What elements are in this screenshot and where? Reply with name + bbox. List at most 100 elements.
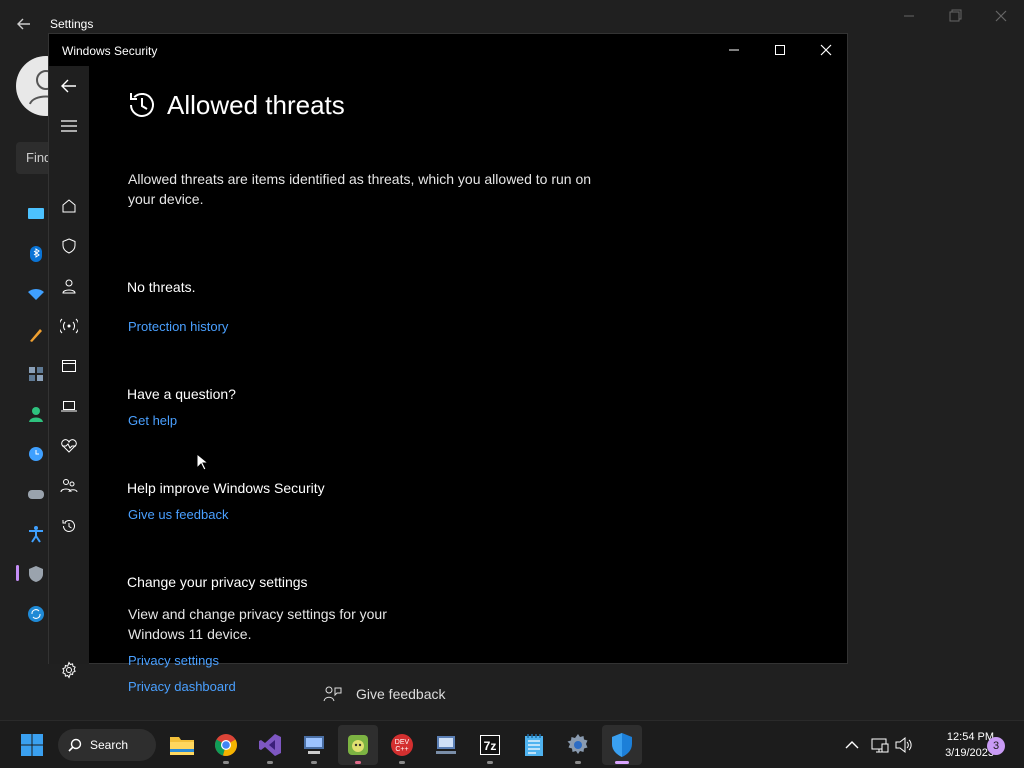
rail-home[interactable] [59,196,79,216]
settings-gear-icon [567,734,588,754]
feedback-icon [323,686,342,702]
protection-history-link[interactable]: Protection history [128,319,228,334]
rail-settings[interactable] [59,660,79,680]
page-description: Allowed threats are items identified as … [128,171,592,207]
network-icon[interactable] [26,284,46,304]
back-arrow-icon[interactable] [14,14,34,34]
taskbar-android-studio[interactable] [338,725,378,765]
rail-family-options[interactable] [59,476,79,496]
settings-gear-icon [62,661,76,679]
time-language-icon[interactable] [26,444,46,464]
taskbar-visual-studio[interactable] [250,725,290,765]
page-title: Allowed threats [167,90,345,120]
minimize-button[interactable] [711,34,757,66]
folder-icon [170,737,194,755]
gaming-icon[interactable] [26,484,46,504]
close-button[interactable] [803,34,849,66]
wifi-broadcast-icon [60,318,78,334]
privacy-security-icon[interactable] [26,564,46,584]
taskbar-7zip[interactable]: 7z [470,725,510,765]
system-icon[interactable] [26,204,46,224]
window-title: Windows Security [62,44,158,58]
svg-text:C++: C++ [395,746,408,753]
rail-app-browser-control[interactable] [59,356,79,376]
main-content: Allowed threats Allowed threats are item… [89,66,847,694]
notification-badge[interactable]: 3 [987,737,1005,755]
family-icon [60,479,78,493]
apps-icon[interactable] [26,364,46,384]
maximize-icon [775,45,785,55]
close-icon[interactable] [986,6,1016,26]
laptop-icon [61,401,77,412]
give-us-feedback-link[interactable]: Give us feedback [128,507,228,522]
windows-update-icon[interactable] [26,604,46,624]
clock-time: 12:54 PM [946,731,994,743]
restore-icon[interactable] [940,6,970,26]
windows-security-shield-icon [612,733,632,757]
taskbar-network-tool[interactable] [426,725,466,765]
app-browser-icon [62,360,76,372]
threat-status: No threats. [127,279,196,295]
android-studio-icon [348,735,368,755]
privacy-description: View and change privacy settings for you… [128,606,387,642]
chrome-icon [215,734,237,756]
rail-account-protection[interactable] [59,276,79,296]
dev-cpp-icon: DEVC++ [391,734,413,756]
rail-device-performance[interactable] [59,436,79,456]
mouse-cursor-icon [196,453,208,471]
taskbar-chrome[interactable] [206,725,246,765]
taskbar-notepad[interactable] [514,725,554,765]
window-titlebar: Windows Security [49,34,847,66]
settings-titlebar: Settings [0,0,1024,36]
allowed-threats-history-icon [130,92,154,117]
privacy-settings-link[interactable]: Privacy settings [128,653,219,668]
privacy-dashboard-link[interactable]: Privacy dashboard [128,679,236,694]
system-clock[interactable]: 12:54 PM 3/19/2023 [914,729,994,761]
taskbar-search-button[interactable]: Search [58,729,156,761]
taskbar-dev-cpp[interactable]: DEV C++ [382,725,422,765]
rail-virus-protection[interactable] [59,236,79,256]
svg-text:DEV: DEV [395,739,410,746]
taskbar-windows-security[interactable] [602,725,642,765]
give-feedback-link[interactable]: Give feedback [322,684,446,704]
volume-icon[interactable] [894,735,914,755]
accounts-icon[interactable] [26,404,46,424]
rail-protection-history[interactable] [59,516,79,536]
person-icon [62,279,76,294]
running-indicator [355,761,361,764]
menu-button[interactable] [59,116,79,136]
windows-security-window: Windows Security Allowed threats Allowed… [48,33,848,694]
taskbar-file-explorer[interactable] [162,725,202,765]
network-monitor-tray-icon[interactable] [870,735,890,755]
settings-title: Settings [50,17,94,31]
svg-text:7z: 7z [484,739,497,753]
maximize-button[interactable] [757,34,803,66]
7zip-icon: 7z [480,735,500,755]
privacy-heading: Change your privacy settings [127,574,308,590]
windows-start-icon[interactable] [20,733,44,757]
running-indicator [223,761,229,764]
history-icon [62,520,75,532]
get-help-link[interactable]: Get help [128,413,177,428]
network-monitor-icon [436,736,456,754]
navigation-rail [49,66,89,679]
taskbar-settings[interactable] [558,725,598,765]
computer-icon [304,736,324,754]
taskbar: Search DEV C++ 7z 12:54 PM 3/19/2023 3 [0,720,1024,768]
search-icon [68,738,82,752]
rail-firewall[interactable] [59,316,79,336]
minimize-icon[interactable] [894,6,924,26]
visual-studio-icon [259,734,281,756]
bluetooth-icon[interactable] [26,244,46,264]
accessibility-icon[interactable] [26,524,46,544]
rail-device-security[interactable] [59,396,79,416]
active-nav-indicator [16,565,19,581]
hamburger-menu-icon [61,120,77,132]
back-button[interactable] [59,76,79,96]
clock-date: 3/19/2023 [945,747,994,759]
personalization-icon[interactable] [26,324,46,344]
chevron-up-icon[interactable] [842,735,862,755]
heart-pulse-icon [61,439,77,453]
active-indicator [615,761,629,764]
taskbar-remote-desktop[interactable] [294,725,334,765]
